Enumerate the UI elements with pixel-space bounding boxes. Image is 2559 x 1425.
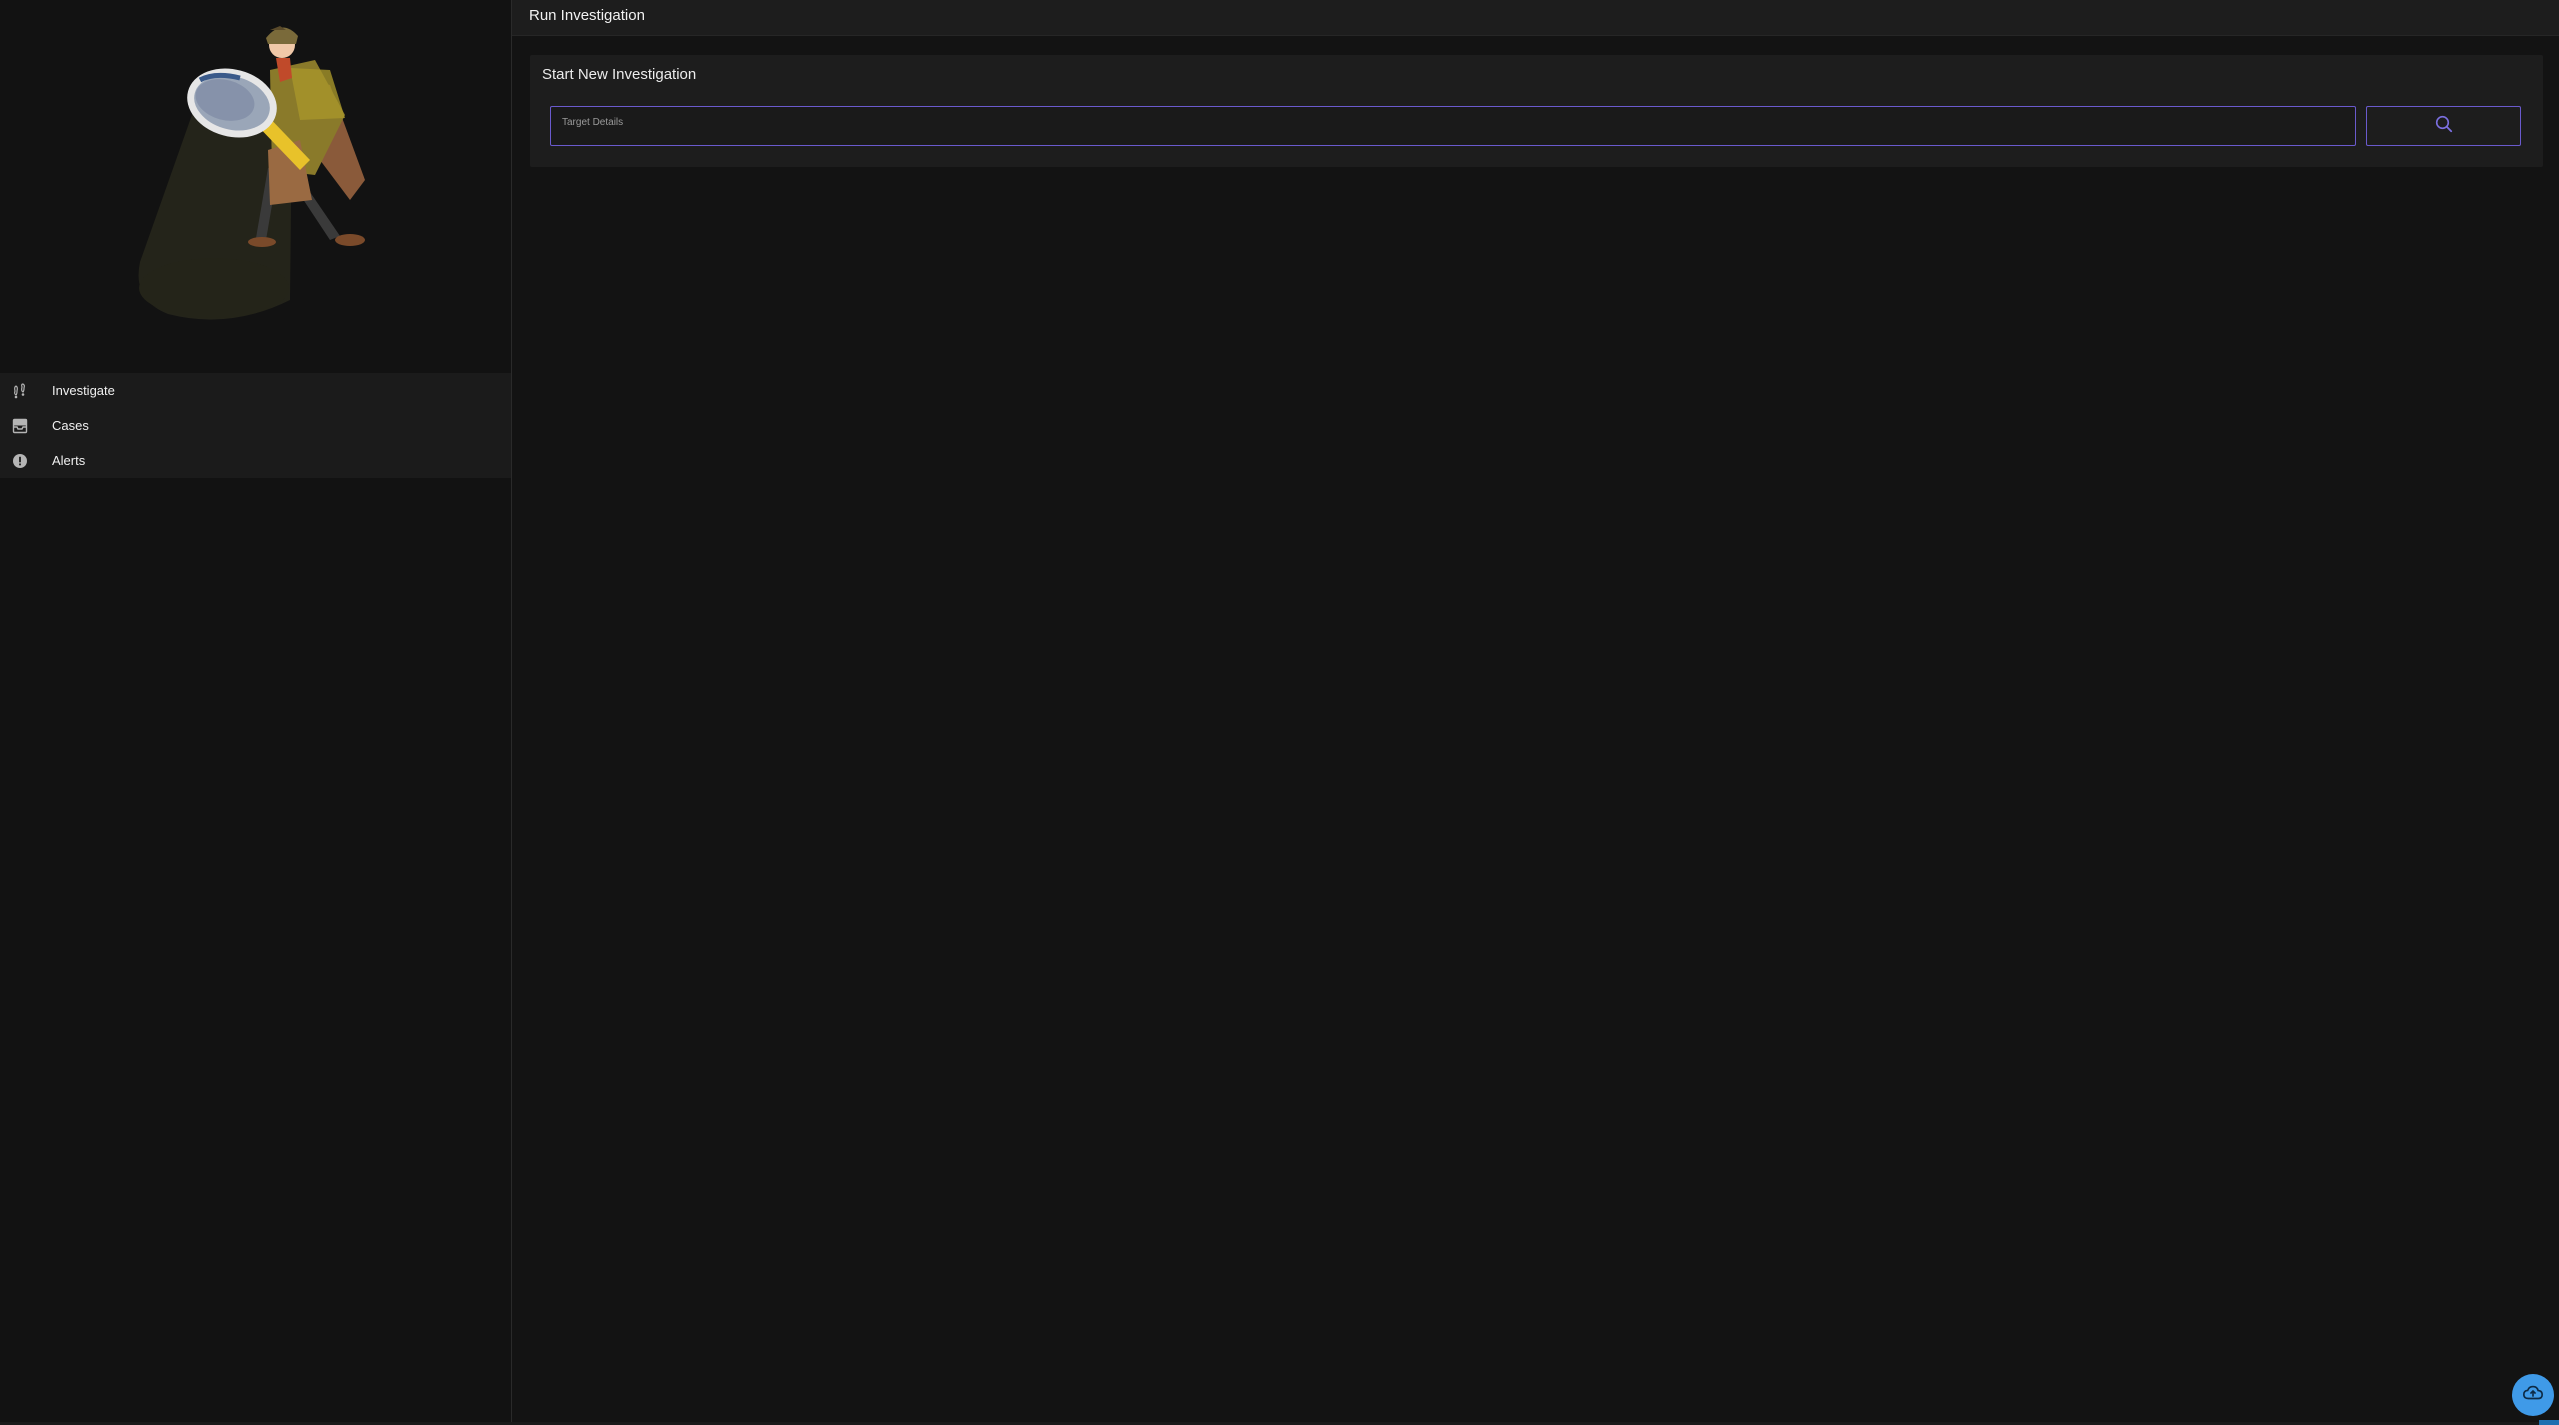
search-icon [2435,115,2453,138]
sidebar-item-label: Cases [52,418,89,433]
inbox-tray-icon [12,418,28,434]
sidebar-nav: Investigate Cases Alerts [0,373,511,478]
sidebar-item-investigate[interactable]: Investigate [0,373,511,408]
detective-logo-icon [138,26,365,320]
top-bar: Run Investigation [512,0,2559,36]
cloud-upload-button[interactable] [2512,1374,2554,1416]
main-content: Run Investigation Start New Investigatio… [512,0,2559,1425]
target-details-placeholder: Target Details [562,117,624,128]
new-investigation-card: Start New Investigation Target Details [530,55,2543,167]
sidebar-item-cases[interactable]: Cases [0,408,511,443]
sidebar-item-label: Investigate [52,383,115,398]
alert-circle-icon [12,453,28,469]
target-details-input[interactable]: Target Details [550,106,2356,146]
page-title: Run Investigation [529,7,645,24]
search-button[interactable] [2366,106,2521,146]
sidebar: Investigate Cases Alerts [0,0,512,1422]
corner-indicator [2539,1420,2559,1425]
sidebar-item-alerts[interactable]: Alerts [0,443,511,478]
sidebar-item-label: Alerts [52,453,86,468]
footprints-icon [12,382,28,399]
cloud-upload-icon [2522,1382,2544,1409]
card-title: Start New Investigation [542,66,697,83]
logo-area [0,0,511,373]
